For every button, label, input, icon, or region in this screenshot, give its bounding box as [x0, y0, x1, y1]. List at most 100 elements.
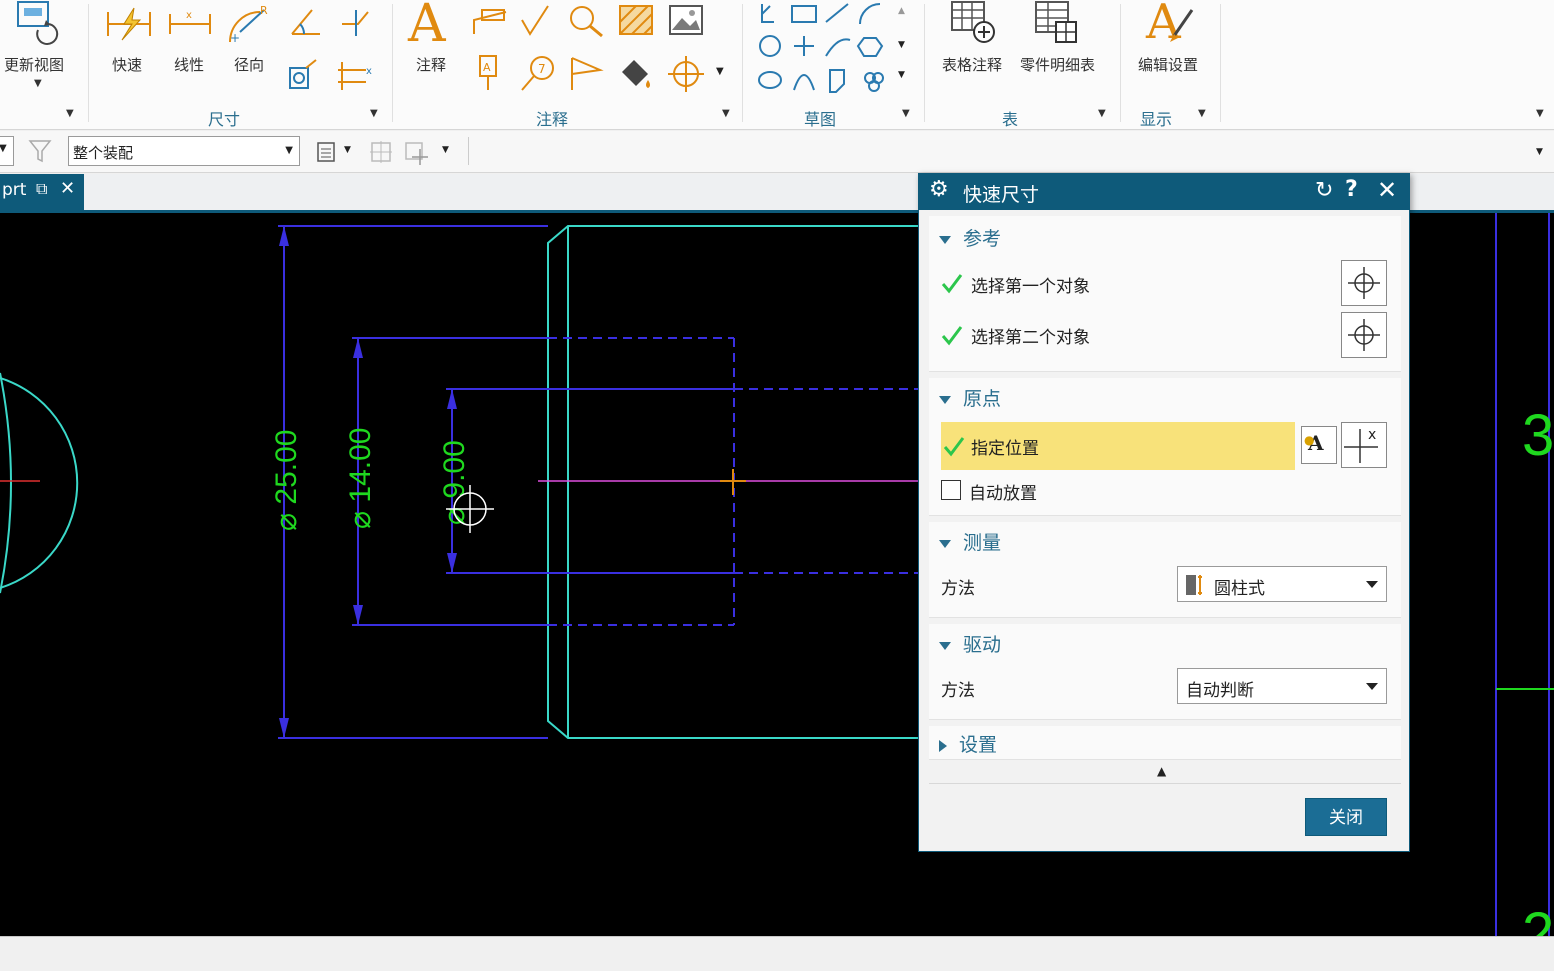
help-icon[interactable]: ?: [1345, 177, 1358, 202]
origin-marker: [720, 469, 746, 495]
hole-dimension-icon[interactable]: [286, 56, 326, 94]
dimension-14-text[interactable]: ⌀ 14.00: [344, 428, 377, 529]
hatch-icon[interactable]: [616, 2, 656, 38]
chevron-down-icon[interactable]: ▼: [442, 145, 449, 155]
chevron-down-icon[interactable]: ▼: [66, 108, 74, 119]
measure-section: 测量 方法 圆柱式: [929, 522, 1401, 618]
image-icon[interactable]: [666, 2, 706, 38]
assembly-scope-value: 整个装配: [73, 144, 134, 162]
close-button[interactable]: 关闭: [1305, 798, 1387, 836]
select-second-object-button[interactable]: [1341, 312, 1387, 358]
dialog-titlebar[interactable]: ⚙ 快速尺寸 ↻ ? ✕: [919, 174, 1409, 210]
table-note-button[interactable]: 表格注释: [938, 0, 1014, 100]
select-second-object-label[interactable]: 选择第二个对象: [971, 323, 1090, 348]
drawing-border: [1495, 213, 1550, 936]
assembly-scope-select[interactable]: 整个装配 ▼: [68, 136, 300, 166]
point-snap-icon[interactable]: [404, 139, 430, 165]
filter-icon[interactable]: [28, 139, 54, 163]
dialog-title: 快速尺寸: [963, 184, 1040, 206]
note-button[interactable]: A 注释: [404, 0, 464, 100]
collapse-icon: [939, 641, 951, 650]
zoom-detail-icon[interactable]: [566, 2, 606, 38]
snap-point-icon[interactable]: [368, 139, 394, 165]
chevron-down-icon: ▼: [0, 143, 7, 154]
chevron-down-icon: ▼: [285, 145, 293, 156]
radial-label: 径向: [234, 56, 265, 74]
selection-scope-icon[interactable]: [314, 139, 342, 165]
border-zone-label-3: 3: [1522, 403, 1554, 468]
select-first-object-label[interactable]: 选择第一个对象: [971, 272, 1090, 297]
sketch-tools-panel: [752, 0, 892, 100]
origin-header[interactable]: 原点: [939, 384, 1001, 411]
angular-dimension-icon[interactable]: [288, 4, 324, 38]
settings-header[interactable]: 设置: [939, 730, 997, 757]
auto-place-label[interactable]: 自动放置: [969, 479, 1037, 504]
chamfer-dimension-icon[interactable]: [338, 4, 374, 38]
tab-part-file[interactable]: prt ⧉ ✕: [0, 174, 84, 210]
driving-method-select[interactable]: 自动判断: [1177, 668, 1387, 704]
chevron-down-icon[interactable]: ▼: [370, 108, 378, 119]
datum-target-icon[interactable]: [566, 54, 606, 94]
reference-header[interactable]: 参考: [939, 224, 1001, 251]
datum-feature-icon[interactable]: A: [470, 54, 510, 94]
svg-text:R: R: [260, 4, 268, 17]
brush-icon: [1170, 9, 1194, 42]
dimension-25-text[interactable]: ⌀ 25.00: [270, 430, 303, 531]
chevron-down-icon[interactable]: ▼: [716, 66, 724, 77]
detach-tab-icon[interactable]: ⧉: [36, 179, 47, 199]
auto-place-checkbox[interactable]: [941, 480, 961, 500]
radial-dimension-button[interactable]: R + 径向: [222, 0, 280, 100]
scroll-down-icon[interactable]: ▼: [898, 40, 905, 50]
parts-list-button[interactable]: 零件明细表: [1018, 0, 1110, 100]
feature-control-frame-icon[interactable]: [470, 4, 510, 38]
reset-icon[interactable]: ↻: [1315, 178, 1333, 203]
origin-tool-button[interactable]: A ●: [1301, 426, 1337, 464]
ordinate-dimension-icon[interactable]: x: [336, 56, 378, 94]
origin-section: 原点 指定位置 A ● x 自动放置: [929, 378, 1401, 516]
note-label: 注释: [416, 56, 447, 74]
svg-text:7: 7: [538, 62, 546, 76]
sketch-group-label: 草图: [804, 110, 837, 129]
radial-dimension-icon: R +: [229, 4, 268, 45]
driving-section: 驱动 方法 自动判断: [929, 624, 1401, 720]
update-view-button[interactable]: 更新视图 ▼: [0, 0, 80, 100]
edit-settings-button[interactable]: A 编辑设置: [1132, 0, 1212, 100]
quick-dimension-dialog: ⚙ 快速尺寸 ↻ ? ✕ 参考 选择第一个对象 选择第二个对象 原点 指定位置 …: [918, 173, 1410, 852]
chevron-down-icon[interactable]: ▼: [1198, 108, 1206, 119]
balloon-icon[interactable]: 7: [518, 54, 558, 94]
select-first-object-button[interactable]: [1341, 260, 1387, 306]
point-position-button[interactable]: x: [1341, 422, 1387, 468]
linear-label: 线性: [174, 56, 205, 74]
check-icon: [941, 274, 963, 294]
measure-header[interactable]: 测量: [939, 528, 1001, 555]
letter-a-icon: A: [408, 0, 446, 54]
rapid-label: 快速: [112, 56, 143, 74]
chevron-down-icon[interactable]: ▼: [1098, 108, 1106, 119]
display-group-label: 显示: [1140, 110, 1173, 129]
fill-icon[interactable]: [616, 54, 656, 94]
crosshair-icon: [1348, 267, 1380, 299]
gallery-expand-icon[interactable]: ▼: [898, 70, 905, 80]
ribbon-options-icon[interactable]: ▼: [1536, 108, 1544, 119]
table-add-icon: [951, 1, 995, 43]
chevron-down-icon[interactable]: ▼: [1536, 147, 1543, 157]
specify-location-row[interactable]: 指定位置: [941, 422, 1295, 470]
close-icon[interactable]: ✕: [1377, 176, 1397, 204]
rapid-dimension-button[interactable]: 快速: [100, 0, 158, 100]
measure-method-select[interactable]: 圆柱式: [1177, 566, 1387, 602]
collapse-dialog-icon[interactable]: ▲: [929, 764, 1401, 784]
chevron-down-icon[interactable]: ▼: [722, 108, 730, 119]
chevron-down-icon[interactable]: ▼: [902, 108, 910, 119]
linear-dimension-button[interactable]: x 线性: [162, 0, 220, 100]
surface-finish-icon[interactable]: [518, 4, 558, 38]
driving-header[interactable]: 驱动: [939, 630, 1001, 657]
crosshair-icon: [1348, 319, 1380, 351]
close-tab-icon[interactable]: ✕: [60, 178, 75, 199]
parts-list-icon: [1035, 1, 1077, 43]
type-filter-combo[interactable]: ▼: [0, 136, 14, 166]
chevron-down-icon[interactable]: ▼: [344, 145, 351, 155]
scroll-up-icon[interactable]: ▲: [898, 6, 905, 16]
gear-icon[interactable]: ⚙: [929, 177, 949, 202]
collapse-icon: [939, 539, 951, 548]
target-point-icon[interactable]: [666, 54, 706, 94]
